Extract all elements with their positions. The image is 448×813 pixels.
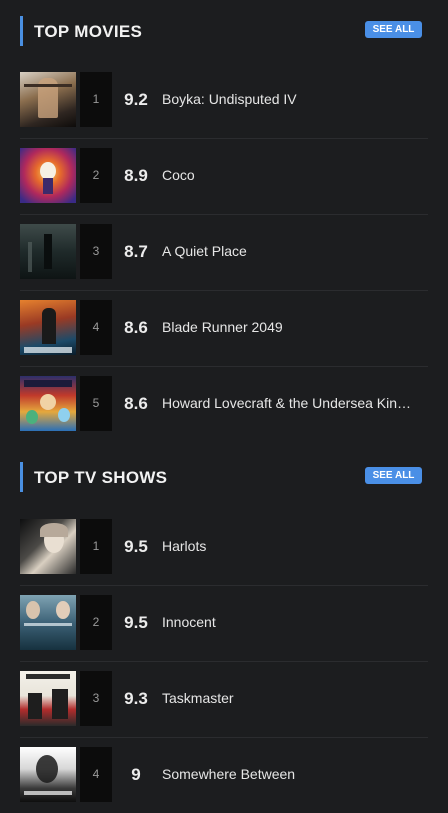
tv-row[interactable]: 4 9 Somewhere Between — [20, 737, 428, 813]
movie-title[interactable]: Blade Runner 2049 — [162, 300, 428, 355]
rating-score: 9.2 — [124, 90, 148, 109]
rank-number: 3 — [80, 671, 112, 726]
rank-number: 2 — [80, 595, 112, 650]
rank-number: 5 — [80, 376, 112, 431]
movies-header: TOP MOVIES SEE ALL — [20, 16, 422, 46]
tv-row[interactable]: 3 9.3 Taskmaster — [20, 661, 428, 738]
rating-score: 8.6 — [124, 318, 148, 337]
innocent-poster — [20, 595, 76, 650]
movie-row[interactable]: 5 8.6 Howard Lovecraft & the Undersea Ki… — [20, 366, 428, 442]
movie-row[interactable]: 2 8.9 Coco — [20, 138, 428, 215]
movies-section-title: TOP MOVIES — [34, 22, 143, 41]
rank-number: 1 — [80, 519, 112, 574]
quiet-place-poster — [20, 224, 76, 279]
taskmaster-poster — [20, 671, 76, 726]
rating-score: 9.3 — [124, 689, 148, 708]
coco-poster — [20, 148, 76, 203]
movie-row[interactable]: 4 8.6 Blade Runner 2049 — [20, 290, 428, 367]
movies-see-all-button[interactable]: SEE ALL — [365, 21, 422, 38]
tv-title[interactable]: Innocent — [162, 595, 428, 650]
tv-see-all-button[interactable]: SEE ALL — [365, 467, 422, 484]
tv-title[interactable]: Taskmaster — [162, 671, 428, 726]
harlots-poster — [20, 519, 76, 574]
rank-number: 1 — [80, 72, 112, 127]
rank-number: 3 — [80, 224, 112, 279]
movie-title[interactable]: Howard Lovecraft & the Undersea Kin… — [162, 376, 428, 431]
movie-title[interactable]: Boyka: Undisputed IV — [162, 72, 428, 127]
rating-score: 9.5 — [124, 613, 148, 632]
rank-number: 2 — [80, 148, 112, 203]
tv-row[interactable]: 2 9.5 Innocent — [20, 585, 428, 662]
rank-number: 4 — [80, 300, 112, 355]
tv-title[interactable]: Somewhere Between — [162, 747, 428, 802]
tv-title[interactable]: Harlots — [162, 519, 428, 574]
rating-score: 8.7 — [124, 242, 148, 261]
movie-title[interactable]: A Quiet Place — [162, 224, 428, 279]
rating-score: 8.9 — [124, 166, 148, 185]
rank-number: 4 — [80, 747, 112, 802]
section-accent-bar — [20, 16, 23, 46]
rating-score: 9.5 — [124, 537, 148, 556]
rating-score: 9 — [131, 765, 141, 784]
blade-runner-poster — [20, 300, 76, 355]
howard-lovecraft-poster — [20, 376, 76, 431]
rating-score: 8.6 — [124, 394, 148, 413]
tv-header: TOP TV SHOWS SEE ALL — [20, 462, 422, 492]
movie-row[interactable]: 1 9.2 Boyka: Undisputed IV — [20, 62, 428, 139]
section-accent-bar — [20, 462, 23, 492]
movie-title[interactable]: Coco — [162, 148, 428, 203]
tv-section-title: TOP TV SHOWS — [34, 468, 168, 487]
movie-row[interactable]: 3 8.7 A Quiet Place — [20, 214, 428, 291]
boyka-poster — [20, 72, 76, 127]
tv-row[interactable]: 1 9.5 Harlots — [20, 509, 428, 586]
somewhere-between-poster — [20, 747, 76, 802]
